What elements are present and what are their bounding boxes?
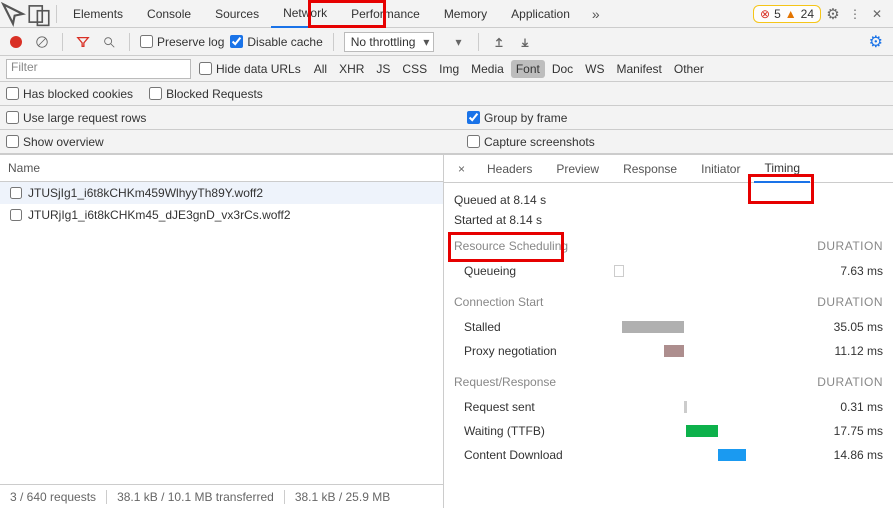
ttfb-label: Waiting (TTFB) (454, 424, 614, 438)
queueing-value: 7.63 ms (803, 264, 883, 278)
tabs-overflow[interactable]: » (582, 0, 610, 28)
capture-check[interactable]: Capture screenshots (467, 135, 595, 149)
tab-headers[interactable]: Headers (477, 156, 542, 182)
type-manifest[interactable]: Manifest (612, 60, 667, 78)
kebab-icon[interactable]: ⋮ (845, 4, 865, 24)
search-icon[interactable] (99, 32, 119, 52)
large-rows-check[interactable]: Use large request rows (6, 111, 451, 125)
request-row[interactable]: JTURjIg1_i6t8kCHKm45_dJE3gnD_vx3rCs.woff… (0, 204, 443, 226)
type-img[interactable]: Img (434, 60, 464, 78)
close-icon[interactable]: ✕ (867, 4, 887, 24)
proxy-label: Proxy negotiation (454, 344, 614, 358)
dl-value: 14.86 ms (803, 448, 883, 462)
device-icon[interactable] (26, 1, 52, 27)
issues-badge[interactable]: ⊗5 ▲24 (753, 5, 821, 23)
filter-icon[interactable] (73, 32, 93, 52)
record-icon[interactable] (6, 32, 26, 52)
sent-label: Request sent (454, 400, 614, 414)
tab-application[interactable]: Application (499, 0, 582, 28)
tab-memory[interactable]: Memory (432, 0, 499, 28)
gear-icon[interactable]: ⚙ (823, 4, 843, 24)
row-check[interactable] (10, 209, 22, 221)
tab-console[interactable]: Console (135, 0, 203, 28)
rs-header: Resource Scheduling (454, 239, 568, 253)
throttle-caret-icon[interactable]: ▾ (448, 32, 468, 52)
clear-icon[interactable] (32, 32, 52, 52)
type-doc[interactable]: Doc (547, 60, 578, 78)
disable-cache-check[interactable]: Disable cache (230, 35, 322, 49)
tab-response[interactable]: Response (613, 156, 687, 182)
inspect-icon[interactable] (0, 1, 26, 27)
tab-sources[interactable]: Sources (203, 0, 271, 28)
proxy-value: 11.12 ms (803, 344, 883, 358)
request-row[interactable]: JTUSjIg1_i6t8kCHKm459WlhyyTh89Y.woff2 (0, 182, 443, 204)
type-css[interactable]: CSS (397, 60, 432, 78)
queued-at: Queued at 8.14 s (454, 193, 883, 207)
upload-icon[interactable] (489, 32, 509, 52)
stalled-value: 35.05 ms (803, 320, 883, 334)
close-details-icon[interactable]: × (450, 158, 473, 180)
name-column-header[interactable]: Name (0, 155, 443, 182)
panel-settings-icon[interactable]: ⚙ (869, 32, 887, 52)
cs-header: Connection Start (454, 295, 543, 309)
started-at: Started at 8.14 s (454, 213, 883, 227)
type-font[interactable]: Font (511, 60, 545, 78)
show-overview-check[interactable]: Show overview (6, 135, 451, 149)
rr-header: Request/Response (454, 375, 556, 389)
stalled-label: Stalled (454, 320, 614, 334)
blocked-req-check[interactable]: Blocked Requests (149, 87, 263, 101)
warn-count: 24 (801, 7, 814, 21)
row-check[interactable] (10, 187, 22, 199)
tab-performance[interactable]: Performance (339, 0, 432, 28)
type-xhr[interactable]: XHR (334, 60, 369, 78)
queueing-label: Queueing (454, 264, 614, 278)
throttle-select[interactable]: No throttling (344, 32, 435, 52)
tab-timing[interactable]: Timing (754, 155, 810, 183)
type-js[interactable]: JS (371, 60, 395, 78)
hide-urls-check[interactable]: Hide data URLs (199, 62, 301, 76)
type-other[interactable]: Other (669, 60, 709, 78)
dl-label: Content Download (454, 448, 614, 462)
type-media[interactable]: Media (466, 60, 509, 78)
tab-initiator[interactable]: Initiator (691, 156, 750, 182)
group-frame-check[interactable]: Group by frame (467, 111, 567, 125)
download-icon[interactable] (515, 32, 535, 52)
type-ws[interactable]: WS (580, 60, 609, 78)
tab-network[interactable]: Network (271, 0, 339, 28)
blocked-cookies-check[interactable]: Has blocked cookies (6, 87, 133, 101)
type-all[interactable]: All (309, 60, 332, 78)
tab-preview[interactable]: Preview (546, 156, 609, 182)
filter-input[interactable]: Filter (6, 59, 191, 79)
status-bar: 3 / 640 requests38.1 kB / 10.1 MB transf… (0, 484, 443, 508)
tab-elements[interactable]: Elements (61, 0, 135, 28)
preserve-log-check[interactable]: Preserve log (140, 35, 224, 49)
ttfb-value: 17.75 ms (803, 424, 883, 438)
error-count: 5 (774, 7, 781, 21)
sent-value: 0.31 ms (803, 400, 883, 414)
